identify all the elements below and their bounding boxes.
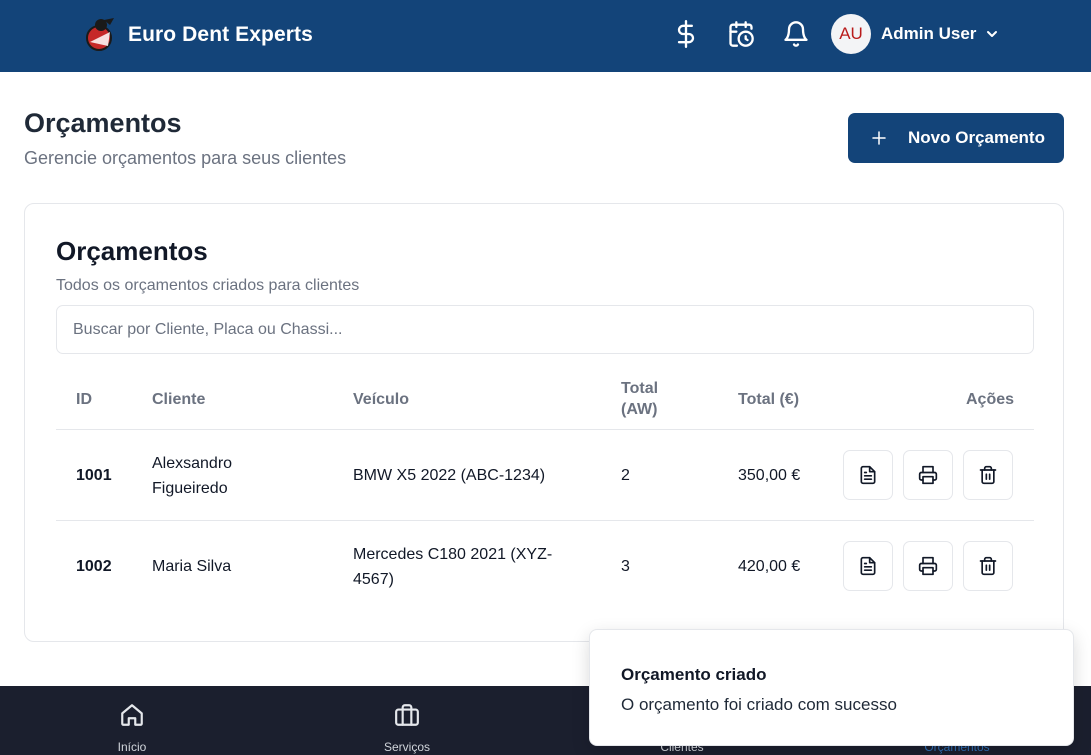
column-header-acoes: Ações — [966, 391, 1015, 408]
toast-message: O orçamento foi criado com sucesso — [621, 695, 897, 714]
calendar-clock-icon[interactable] — [726, 18, 756, 50]
column-header-total-eur: Total (€) — [738, 391, 800, 408]
table-row[interactable]: 1002 Maria Silva Mercedes C180 2021 (XYZ… — [56, 521, 1034, 612]
card-subtitle: Todos os orçamentos criados para cliente… — [56, 277, 360, 294]
new-quote-label: Novo Orçamento — [908, 128, 1045, 147]
card-title: Orçamentos — [56, 236, 208, 266]
print-button[interactable] — [903, 541, 953, 591]
cell-cliente-line1: Alexsandro — [152, 455, 233, 472]
delete-button[interactable] — [963, 541, 1013, 591]
cell-cliente: Alexsandro Figueiredo — [152, 451, 232, 501]
trash-icon — [979, 556, 997, 576]
page-subtitle: Gerencie orçamentos para seus clientes — [24, 148, 347, 168]
nav-label: Início — [117, 740, 147, 754]
nav-item-servicos[interactable]: Serviços — [347, 686, 467, 755]
column-header-total-aw-line1: Total — [621, 380, 659, 397]
home-icon — [121, 704, 143, 726]
view-document-button[interactable] — [843, 450, 893, 500]
bell-icon[interactable] — [781, 18, 811, 50]
table-row[interactable]: 1001 Alexsandro Figueiredo BMW X5 2022 (… — [56, 430, 1034, 521]
column-header-total-aw-line2: (AW) — [621, 401, 658, 418]
cell-total-aw: 2 — [621, 467, 630, 484]
cell-id: 1001 — [76, 467, 112, 484]
avatar[interactable]: AU — [831, 14, 871, 54]
top-header: Euro Dent Experts AU Admin User — [0, 0, 1091, 72]
printer-icon — [918, 465, 938, 485]
cell-veiculo-line2: 4567) — [353, 571, 394, 588]
nav-item-inicio[interactable]: Início — [72, 686, 192, 755]
column-header-veiculo: Veículo — [353, 391, 410, 408]
table-header: ID Cliente Veículo Total (AW) Total (€) … — [56, 367, 1034, 430]
nav-label: Serviços — [383, 740, 430, 754]
document-icon — [860, 556, 876, 576]
brand[interactable]: Euro Dent Experts — [84, 16, 313, 54]
dollar-icon[interactable] — [671, 18, 701, 50]
cell-total-aw: 3 — [621, 558, 630, 575]
cell-id: 1002 — [76, 558, 112, 575]
plus-icon — [872, 131, 886, 145]
document-icon — [860, 465, 876, 485]
cell-veiculo-line1: Mercedes C180 2021 (XYZ- — [353, 546, 553, 563]
search-input[interactable] — [56, 305, 1034, 354]
delete-button[interactable] — [963, 450, 1013, 500]
cell-cliente: Maria Silva — [152, 558, 232, 575]
cell-cliente-line2: Figueiredo — [152, 480, 228, 497]
user-menu-name[interactable]: Admin User — [881, 24, 976, 44]
print-button[interactable] — [903, 450, 953, 500]
column-header-id: ID — [76, 391, 92, 408]
page-title: Orçamentos — [24, 108, 182, 138]
cell-veiculo: BMW X5 2022 (ABC-1234) — [353, 467, 546, 484]
column-header-cliente: Cliente — [152, 391, 206, 408]
brand-name: Euro Dent Experts — [128, 23, 313, 46]
column-header-total-aw: Total (AW) — [621, 378, 658, 420]
brand-logo — [86, 18, 114, 51]
view-document-button[interactable] — [843, 541, 893, 591]
trash-icon — [979, 465, 997, 485]
chevron-down-icon[interactable] — [984, 26, 1000, 42]
printer-icon — [918, 556, 938, 576]
cell-total-eur: 420,00 € — [738, 558, 801, 575]
avatar-initials: AU — [839, 24, 863, 43]
quotes-card: Orçamentos Todos os orçamentos criados p… — [24, 203, 1064, 642]
cell-veiculo: Mercedes C180 2021 (XYZ- 4567) — [353, 542, 552, 592]
toast-notification[interactable]: Orçamento criado O orçamento foi criado … — [589, 629, 1074, 746]
toast-title: Orçamento criado — [621, 665, 767, 684]
new-quote-button[interactable]: Novo Orçamento — [848, 113, 1064, 163]
briefcase-icon — [395, 704, 419, 726]
cell-total-eur: 350,00 € — [738, 467, 801, 484]
